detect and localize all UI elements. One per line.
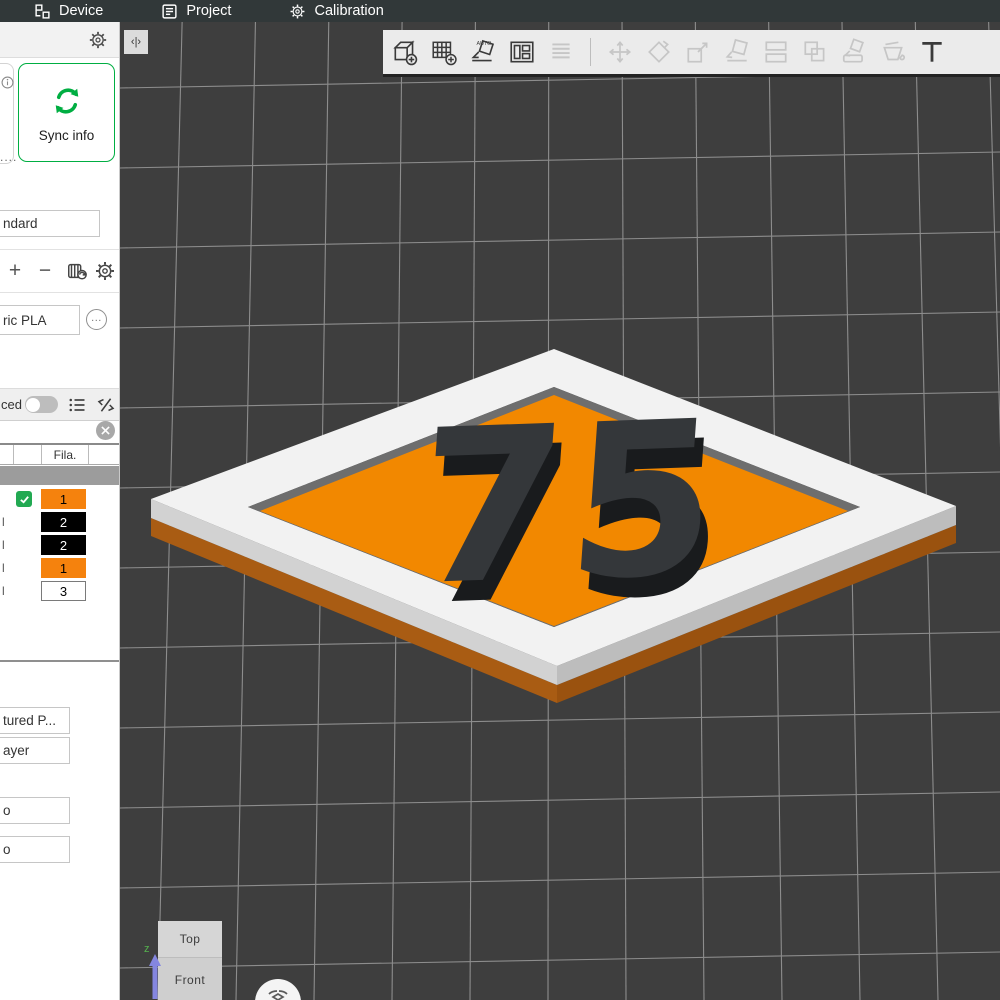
toolbar-separator (590, 38, 591, 66)
filament-preset-field[interactable]: ric PLA (0, 305, 80, 335)
process-preset-value: ndard (3, 216, 38, 231)
z-axis-arrow (148, 954, 162, 1000)
nav-cube-top[interactable]: Top (158, 921, 222, 958)
sidebar-collapse-button[interactable]: ‹|› (124, 30, 148, 54)
variable-layer-icon[interactable] (547, 38, 575, 66)
filament-edit-button[interactable]: ... (86, 309, 107, 330)
row-checkbox[interactable] (16, 491, 32, 507)
advanced-toggle-label: ced (1, 397, 22, 412)
device-icon (34, 3, 51, 20)
add-filament-button[interactable]: + (0, 259, 30, 283)
tab-device-label: Device (59, 3, 103, 19)
orientation-icon (265, 985, 291, 1000)
rotate-icon[interactable] (645, 38, 673, 66)
filament-table-header: Fila. (0, 443, 120, 465)
model-number: 75 (409, 376, 729, 634)
process-preset-field[interactable]: ndard (0, 210, 100, 237)
sidebar-header-strip (0, 22, 120, 58)
advanced-row: ced (0, 388, 120, 421)
plate-type-field[interactable]: tured P... (0, 707, 70, 734)
tab-calibration[interactable]: Calibration (289, 0, 383, 22)
sync-icon (49, 83, 85, 119)
color-paint-icon[interactable] (840, 38, 868, 66)
option-field-1-value: o (3, 803, 11, 818)
add-plate-icon[interactable] (430, 38, 458, 66)
text-tool-icon[interactable] (918, 38, 946, 66)
option-field-1[interactable]: o (0, 797, 70, 824)
compare-presets-icon[interactable] (96, 395, 116, 415)
ams-sync-icon[interactable] (66, 260, 88, 282)
model-diamond-sign[interactable]: 75 75 (151, 349, 956, 703)
auto-arrange-icon[interactable]: AUTO (469, 38, 497, 66)
remove-filament-button[interactable]: − (30, 259, 60, 283)
table-row: l 2 (0, 511, 120, 534)
tab-project[interactable]: Project (161, 0, 231, 22)
option-field-2-value: o (3, 842, 11, 857)
filament-column-header: Fila. (42, 445, 89, 464)
layer-preset-field[interactable]: ayer (0, 737, 70, 764)
slicer-app: Device Project Calibration (0, 0, 1000, 1000)
check-icon (19, 494, 30, 505)
table-row: 1 (0, 488, 120, 511)
svg-text:AUTO: AUTO (477, 41, 492, 47)
filament-preset-value: ric PLA (3, 313, 47, 328)
scene-canvas[interactable]: 75 75 (120, 22, 1000, 1000)
table-selected-row[interactable] (0, 466, 120, 485)
filament-table: Fila. 1 l 2 l (0, 443, 120, 603)
sidebar: .... Sync info ndard + − (0, 22, 120, 1000)
nav-cube: Top Front (158, 921, 222, 1000)
filament-toolbar: + − (0, 249, 120, 293)
table-row: l 2 (0, 534, 120, 557)
option-field-2[interactable]: o (0, 836, 70, 863)
printer-card-more: .... (0, 150, 17, 164)
sync-info-button[interactable]: Sync info (18, 63, 115, 162)
options-list-icon[interactable] (67, 395, 87, 415)
filament-number-cell[interactable]: 2 (41, 535, 86, 555)
scale-icon[interactable] (684, 38, 712, 66)
viewport-toolbar: AUTO (383, 30, 1000, 77)
split-parts-icon[interactable] (801, 38, 829, 66)
split-objects-icon[interactable] (762, 38, 790, 66)
filament-number-cell[interactable]: 2 (41, 512, 86, 532)
viewport-3d[interactable]: 75 75 ‹|› (120, 22, 1000, 1000)
place-on-face-icon[interactable] (723, 38, 751, 66)
advanced-toggle[interactable] (25, 396, 58, 413)
top-menu-bar: Device Project Calibration (0, 0, 1000, 22)
support-paint-icon[interactable] (879, 38, 907, 66)
close-icon (101, 426, 110, 435)
table-row: l 3 (0, 580, 120, 603)
filament-number-cell[interactable]: 1 (41, 489, 86, 509)
tab-calibration-label: Calibration (314, 3, 383, 19)
nav-cube-front[interactable]: Front (158, 958, 222, 1000)
filament-number-cell[interactable]: 1 (41, 558, 86, 578)
split-layout-icon[interactable] (508, 38, 536, 66)
table-row: l 1 (0, 557, 120, 580)
printer-settings-gear-icon[interactable] (88, 30, 108, 50)
tab-device[interactable]: Device (34, 0, 103, 22)
plate-type-value: tured P... (3, 713, 56, 728)
layer-preset-value: ayer (3, 743, 29, 758)
info-icon (1, 76, 14, 89)
project-icon (161, 3, 178, 20)
section-divider (0, 660, 120, 662)
toggle-knob (26, 398, 40, 412)
move-icon[interactable] (606, 38, 634, 66)
add-object-icon[interactable] (391, 38, 419, 66)
tab-project-label: Project (186, 3, 231, 19)
close-panel-button[interactable] (96, 421, 115, 440)
sync-info-label: Sync info (39, 128, 95, 143)
calibration-icon (289, 3, 306, 20)
filament-settings-gear-icon[interactable] (94, 260, 116, 282)
filament-number-cell[interactable]: 3 (41, 581, 86, 601)
